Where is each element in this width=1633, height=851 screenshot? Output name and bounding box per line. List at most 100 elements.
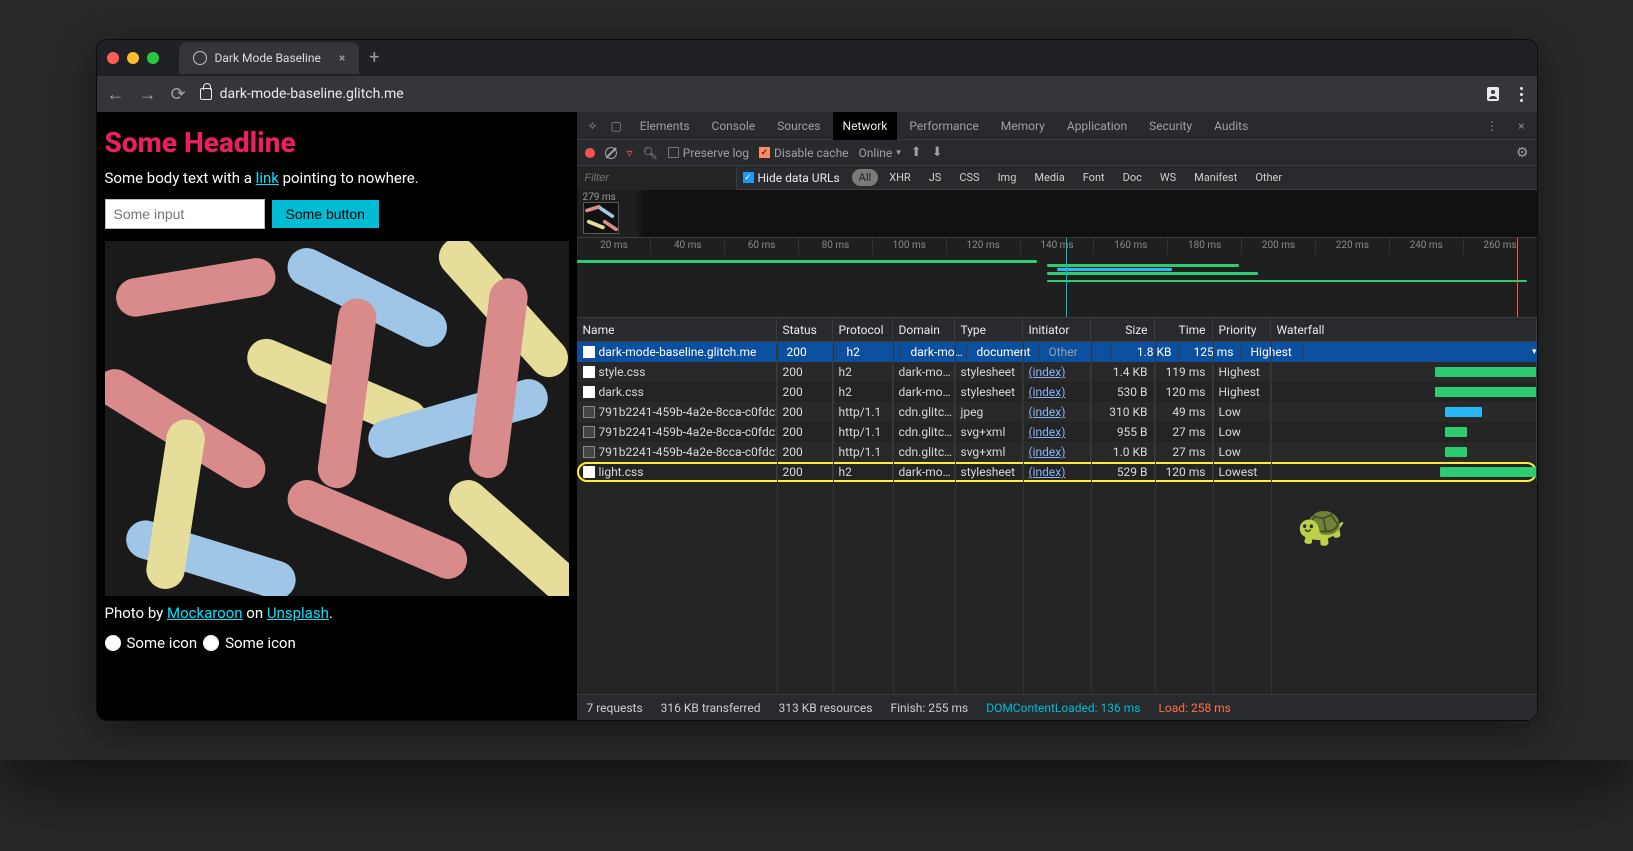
col-domain[interactable]: Domain (893, 318, 955, 341)
caption-middle: on (243, 604, 267, 622)
close-window-button[interactable] (107, 52, 119, 64)
address-bar[interactable]: dark-mode-baseline.glitch.me (200, 86, 1470, 102)
tab-application[interactable]: Application (1057, 112, 1137, 140)
table-row[interactable]: dark.css200h2dark-mo…stylesheet(index)53… (577, 382, 1537, 402)
image-caption: Photo by Mockaroon on Unsplash. (105, 604, 569, 622)
caption-site-link[interactable]: Unsplash (267, 604, 329, 622)
chip-js[interactable]: JS (922, 169, 949, 186)
tick: 40 ms (650, 238, 724, 254)
tab-memory[interactable]: Memory (991, 112, 1055, 140)
tick: 80 ms (798, 238, 872, 254)
disable-cache-label: Disable cache (774, 146, 849, 160)
profile-icon[interactable] (1484, 85, 1502, 103)
table-row[interactable]: 791b2241-459b-4a2e-8cca-c0fdc2…200http/1… (577, 422, 1537, 442)
timing-ruler[interactable]: 20 ms 40 ms 60 ms 80 ms 100 ms 120 ms 14… (577, 238, 1537, 318)
settings-gear-icon[interactable]: ⚙ (1516, 145, 1529, 161)
tick: 100 ms (872, 238, 946, 254)
inspect-icon[interactable]: ⟡ (583, 118, 603, 133)
icon-text-1: Some icon (127, 634, 198, 652)
body-link[interactable]: link (256, 169, 279, 187)
body-text-after: pointing to nowhere. (279, 169, 419, 187)
chip-all[interactable]: All (852, 169, 879, 186)
col-type[interactable]: Type (955, 318, 1023, 341)
table-row[interactable]: dark-mode-baseline.glitch.me200h2dark-mo… (577, 342, 1537, 362)
disable-cache-checkbox[interactable]: ✓Disable cache (759, 146, 849, 160)
chip-css[interactable]: CSS (952, 169, 986, 186)
sun-icon (105, 635, 121, 651)
col-waterfall[interactable]: Waterfall (1271, 318, 1537, 341)
browser-tab[interactable]: Dark Mode Baseline × (179, 42, 360, 74)
preserve-log-checkbox[interactable]: Preserve log (668, 146, 749, 160)
clear-button[interactable] (605, 147, 617, 159)
chip-img[interactable]: Img (991, 169, 1024, 186)
back-button[interactable]: ← (107, 84, 125, 105)
chip-other[interactable]: Other (1248, 169, 1289, 186)
download-har-icon[interactable]: ⬇︎ (932, 145, 943, 160)
minimize-window-button[interactable] (127, 52, 139, 64)
tab-elements[interactable]: Elements (630, 112, 700, 140)
turtle-emoji: 🐢 (1297, 502, 1347, 549)
tab-network[interactable]: Network (833, 112, 898, 140)
search-icon[interactable]: 🔍︎ (643, 146, 658, 160)
tab-console[interactable]: Console (702, 112, 766, 140)
hide-data-urls-label: Hide data URLs (758, 171, 840, 185)
chip-xhr[interactable]: XHR (882, 169, 918, 186)
tab-security[interactable]: Security (1139, 112, 1202, 140)
sample-input[interactable] (105, 199, 265, 229)
filter-toggle-icon[interactable]: ▿ (627, 146, 633, 160)
chip-ws[interactable]: WS (1153, 169, 1183, 186)
status-bar: 7 requests 316 KB transferred 313 KB res… (577, 694, 1537, 720)
throttling-select[interactable]: Online (859, 146, 901, 160)
status-requests: 7 requests (587, 701, 643, 715)
tab-performance[interactable]: Performance (899, 112, 988, 140)
chrome-menu-icon[interactable] (1516, 87, 1527, 102)
chip-doc[interactable]: Doc (1116, 169, 1149, 186)
tick: 60 ms (724, 238, 798, 254)
sample-button[interactable]: Some button (271, 199, 380, 229)
chip-font[interactable]: Font (1076, 169, 1112, 186)
table-row[interactable]: 791b2241-459b-4a2e-8cca-c0fdc2…200http/1… (577, 402, 1537, 422)
overview-strip[interactable]: 279 ms (577, 190, 1537, 238)
chip-manifest[interactable]: Manifest (1187, 169, 1244, 186)
table-row[interactable]: light.css200h2dark-mo…stylesheet(index)5… (577, 462, 1537, 482)
forward-button[interactable]: → (139, 84, 157, 105)
preserve-log-label: Preserve log (683, 146, 749, 160)
col-priority[interactable]: Priority (1213, 318, 1271, 341)
devtools-menu-icon[interactable]: ⋮ (1480, 119, 1504, 133)
status-load: Load: 258 ms (1158, 701, 1230, 715)
icon-row: Some icon Some icon (105, 634, 569, 652)
zoom-window-button[interactable] (147, 52, 159, 64)
record-button[interactable] (585, 148, 595, 158)
upload-har-icon[interactable]: ⬆︎ (911, 145, 922, 160)
tab-sources[interactable]: Sources (767, 112, 830, 140)
page-headline: Some Headline (105, 126, 569, 159)
col-status[interactable]: Status (777, 318, 833, 341)
col-protocol[interactable]: Protocol (833, 318, 893, 341)
table-row[interactable]: style.css200h2dark-mo…stylesheet(index)1… (577, 362, 1537, 382)
filter-input[interactable] (577, 166, 737, 190)
hide-data-urls-checkbox[interactable]: ✓Hide data URLs (743, 171, 840, 185)
tab-close-icon[interactable]: × (339, 51, 345, 65)
col-time[interactable]: Time (1155, 318, 1213, 341)
devtools-close-icon[interactable]: × (1512, 119, 1530, 133)
tick: 260 ms (1463, 238, 1537, 254)
col-size[interactable]: Size (1091, 318, 1155, 341)
form-row: Some button (105, 199, 569, 229)
caption-author-link[interactable]: Mockaroon (167, 604, 243, 622)
tick: 120 ms (946, 238, 1020, 254)
network-sub-toolbar: ▿ 🔍︎ Preserve log ✓Disable cache Online … (577, 140, 1537, 166)
col-initiator[interactable]: Initiator (1023, 318, 1091, 341)
device-mode-icon[interactable]: ▢ (604, 119, 627, 133)
sun-icon (203, 635, 219, 651)
reload-button[interactable]: ⟳ (171, 84, 186, 105)
chip-media[interactable]: Media (1027, 169, 1071, 186)
title-bar: Dark Mode Baseline × + (97, 40, 1537, 76)
tick: 160 ms (1093, 238, 1167, 254)
tab-audits[interactable]: Audits (1204, 112, 1258, 140)
type-chips: All XHR JS CSS Img Media Font Doc WS Man… (852, 169, 1289, 186)
lock-icon (200, 88, 212, 100)
col-name[interactable]: Name (577, 318, 777, 341)
status-dcl: DOMContentLoaded: 136 ms (986, 701, 1140, 715)
table-row[interactable]: 791b2241-459b-4a2e-8cca-c0fdc2…200http/1… (577, 442, 1537, 462)
new-tab-button[interactable]: + (369, 49, 379, 67)
